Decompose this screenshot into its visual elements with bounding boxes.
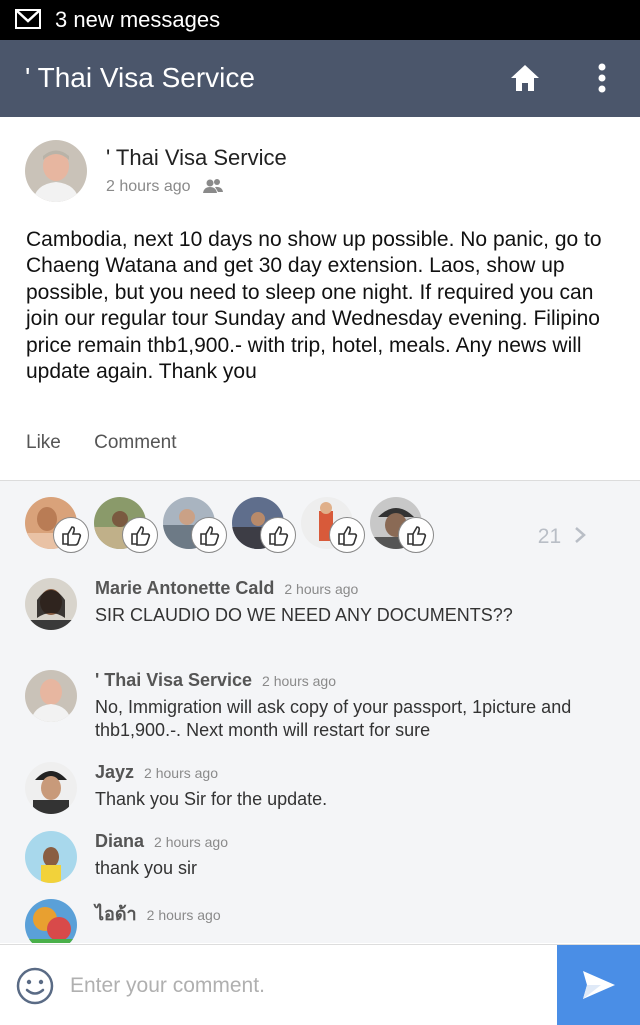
liker-avatar[interactable]	[301, 497, 365, 553]
thumbs-up-icon	[122, 517, 158, 553]
post-author[interactable]: ' Thai Visa Service	[106, 145, 287, 171]
comment-input[interactable]	[68, 967, 542, 1005]
thumbs-up-icon	[260, 517, 296, 553]
author-avatar[interactable]	[25, 140, 87, 202]
more-vert-icon[interactable]	[588, 62, 616, 94]
commenter-avatar[interactable]	[25, 762, 77, 814]
app-bar: ' Thai Visa Service	[0, 40, 640, 117]
commenter-avatar[interactable]	[25, 578, 77, 630]
notification-text: 3 new messages	[55, 7, 221, 32]
comment-time: 2 hours ago	[154, 834, 228, 850]
liker-avatar[interactable]	[94, 497, 158, 553]
commenter-avatar[interactable]	[25, 670, 77, 722]
comment-author[interactable]: ไอด้า 2 hours ago	[95, 899, 221, 928]
post-meta: 2 hours ago	[106, 178, 223, 196]
comments-section: 21 Marie Antonette Cald 2 hours ago SIR C…	[0, 481, 640, 943]
page-title: ' Thai Visa Service	[25, 62, 255, 93]
liker-avatar[interactable]	[232, 497, 296, 553]
comment-button[interactable]: Comment	[94, 432, 176, 453]
comment-author[interactable]: Marie Antonette Cald 2 hours ago	[95, 578, 358, 599]
comment-time: 2 hours ago	[262, 673, 336, 689]
chevron-right-icon	[575, 527, 586, 543]
friends-icon	[202, 179, 223, 193]
commenter-avatar[interactable]	[25, 899, 77, 943]
comment-author[interactable]: Diana 2 hours ago	[95, 831, 228, 852]
status-bar: 3 new messages	[0, 0, 640, 40]
commenter-avatar[interactable]	[25, 831, 77, 883]
post-actions: Like Comment	[26, 432, 205, 454]
comment-time: 2 hours ago	[146, 907, 221, 923]
thumbs-up-icon	[191, 517, 227, 553]
comment-text: No, Immigration will ask copy of your pa…	[95, 697, 572, 740]
gmail-icon	[15, 9, 41, 29]
home-icon[interactable]	[509, 62, 541, 94]
post-card: ' Thai Visa Service 2 hours ago Cambodia…	[0, 117, 640, 481]
comment-author[interactable]: ' Thai Visa Service 2 hours ago	[95, 670, 336, 691]
thumbs-up-icon	[329, 517, 365, 553]
comment-author[interactable]: Jayz 2 hours ago	[95, 762, 218, 783]
comment-text: thank you sir	[95, 858, 198, 878]
comment-input-bar	[0, 944, 640, 1025]
like-count[interactable]: 21	[538, 525, 587, 549]
send-icon	[583, 971, 615, 999]
like-button[interactable]: Like	[26, 432, 61, 453]
comment-time: 2 hours ago	[284, 581, 359, 597]
post-body: Cambodia, next 10 days no show up possib…	[26, 228, 602, 384]
comment-text: Thank you Sir for the update.	[95, 789, 328, 809]
liker-avatar[interactable]	[370, 497, 434, 553]
thumbs-up-icon	[53, 517, 89, 553]
post-time: 2 hours ago	[106, 178, 191, 195]
comment-text: SIR CLAUDIO DO WE NEED ANY DOCUMENTS??	[95, 605, 513, 625]
emoji-icon[interactable]	[15, 966, 55, 1006]
thumbs-up-icon	[398, 517, 434, 553]
liker-avatar[interactable]	[163, 497, 227, 553]
comment-time: 2 hours ago	[144, 765, 218, 781]
send-button[interactable]	[557, 945, 640, 1025]
liker-avatar[interactable]	[25, 497, 89, 553]
like-count-value: 21	[537, 525, 562, 548]
likers-row[interactable]: 21	[25, 497, 615, 553]
